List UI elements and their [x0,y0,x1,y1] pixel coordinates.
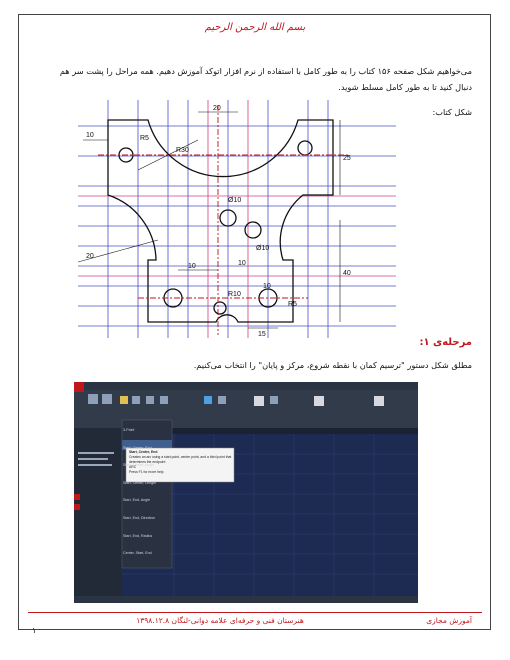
dim-r5: R5 [140,135,149,142]
dim-r5-lower: R5 [288,301,297,308]
dim-r10: R10 [228,291,241,298]
intro-paragraph: می‌خواهیم شکل صفحه ۱۵۶ کتاب را به طور کا… [59,66,472,92]
dim-r30: R30 [176,147,189,154]
figure-label: شکل کتاب: [432,107,472,117]
menu-item-center-start-end[interactable]: Center, Start, End [123,545,173,563]
page-number: ۱ [32,626,37,635]
tooltip-help: Press F1 for more help [129,470,164,474]
dim-phi10-b: Ø10 [256,245,269,252]
menu-item-3point[interactable]: 3-Point [123,422,173,440]
footer-center-text: هنرستان فنی و حرفه‌ای علامه دوانی-لنگان … [136,616,304,625]
app-logo-icon[interactable] [74,382,84,392]
dim-10-bottom: 10 [238,260,246,267]
part-outline [107,119,334,323]
menu-item-start-end-direction[interactable]: Start, End, Direction [123,510,173,528]
technical-drawing: 20 10 R5 R30 25 Ø10 Ø10 10 10 15 40 R10 … [78,100,396,338]
tooltip: Start, Center, End Creates an arc using … [129,450,233,475]
tooltip-text: Creates an arc using a start point, cent… [129,455,232,464]
dim-phi10-a: Ø10 [228,197,241,204]
dim-40-right: 40 [343,270,351,277]
dim-20-left: 20 [86,253,94,260]
basmala-heading: بسم الله الرحمن الرحیم [204,22,306,33]
footer-rule [28,612,482,613]
menu-item-start-center-length[interactable]: Start, Center, Length [123,475,173,493]
dim-10-left: 10 [86,132,94,139]
footer-right-text: آموزش مجازی [426,616,472,625]
step-text: مطلق شکل دستور "ترسیم کمان با نقطه شروع،… [193,360,472,370]
dim-20-top: 20 [213,105,221,112]
autocad-screenshot: 3-Point Start, Center, End Start, Center… [74,382,418,603]
construction-grid [78,100,396,338]
arc-dropdown-menu[interactable]: 3-Point Start, Center, End Start, Center… [123,422,173,563]
menu-item-start-end-angle[interactable]: Start, End, Angle [123,492,173,510]
dim-15-bottom: 15 [258,331,266,338]
stage-title: مرحله‌ی ۱: [419,337,472,348]
menu-item-start-end-radius[interactable]: Start, End, Radius [123,528,173,546]
dim-10-right: 10 [263,283,271,290]
dim-25-right: 25 [343,155,351,162]
dim-10-mid: 10 [188,263,196,270]
